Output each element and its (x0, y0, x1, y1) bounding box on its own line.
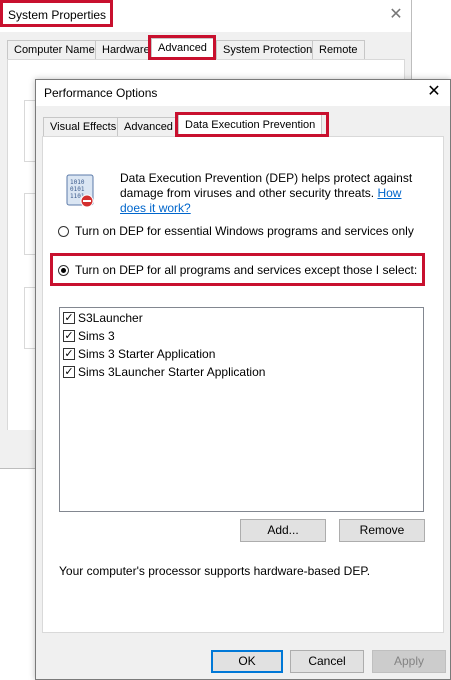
program-exception-list[interactable]: ✓ S3Launcher ✓ Sims 3 ✓ Sims 3 Starter A… (59, 307, 424, 512)
remove-button[interactable]: Remove (339, 519, 425, 542)
performance-options-dialog: Performance Options ✕ 1010 0101 1101 Dat… (35, 79, 451, 680)
advanced-tab-highlight-outline (148, 35, 216, 60)
cancel-button[interactable]: Cancel (290, 650, 364, 673)
program-label: Sims 3Launcher Starter Application (78, 365, 266, 379)
apply-button: Apply (372, 650, 446, 673)
program-checkbox[interactable]: ✓ (63, 366, 75, 378)
performance-options-title: Performance Options (44, 86, 158, 100)
program-checkbox[interactable]: ✓ (63, 312, 75, 324)
close-icon[interactable]: ✕ (386, 5, 406, 25)
radio-essential-only[interactable]: Turn on DEP for essential Windows progra… (58, 223, 414, 239)
dep-shield-icon: 1010 0101 1101 (66, 174, 94, 208)
svg-text:0101: 0101 (70, 186, 85, 193)
program-label: Sims 3 (78, 329, 115, 343)
performance-options-titlebar: Performance Options ✕ (36, 80, 450, 106)
list-item[interactable]: ✓ Sims 3 Starter Application (63, 346, 215, 362)
radio-highlight-outline (50, 253, 425, 286)
dep-tab-highlight-outline (175, 112, 329, 137)
ok-button[interactable]: OK (211, 650, 283, 673)
program-checkbox[interactable]: ✓ (63, 348, 75, 360)
program-label: Sims 3 Starter Application (78, 347, 216, 361)
dep-support-text: Your computer's processor supports hardw… (59, 564, 371, 578)
tab-visual-effects[interactable]: Visual Effects (43, 117, 124, 136)
dep-tab-panel: 1010 0101 1101 Data Execution Prevention… (42, 136, 444, 633)
program-checkbox[interactable]: ✓ (63, 330, 75, 342)
dep-description: Data Execution Prevention (DEP) helps pr… (120, 171, 430, 216)
add-button[interactable]: Add... (240, 519, 326, 542)
list-item[interactable]: ✓ S3Launcher (63, 310, 143, 326)
radio-essential-label: Turn on DEP for essential Windows progra… (75, 224, 414, 238)
tab-remote[interactable]: Remote (312, 40, 365, 59)
tab-computer-name[interactable]: Computer Name (7, 40, 102, 59)
tab-advanced[interactable]: Advanced (117, 117, 180, 136)
program-label: S3Launcher (78, 311, 143, 325)
dep-description-text: Data Execution Prevention (DEP) helps pr… (120, 171, 413, 200)
list-item[interactable]: ✓ Sims 3Launcher Starter Application (63, 364, 265, 380)
tab-system-protection[interactable]: System Protection (216, 40, 320, 59)
close-icon[interactable]: ✕ (424, 82, 444, 102)
title-highlight-outline (0, 0, 113, 27)
list-item[interactable]: ✓ Sims 3 (63, 328, 115, 344)
radio-essential-button[interactable] (58, 225, 69, 237)
svg-text:1010: 1010 (70, 179, 85, 186)
